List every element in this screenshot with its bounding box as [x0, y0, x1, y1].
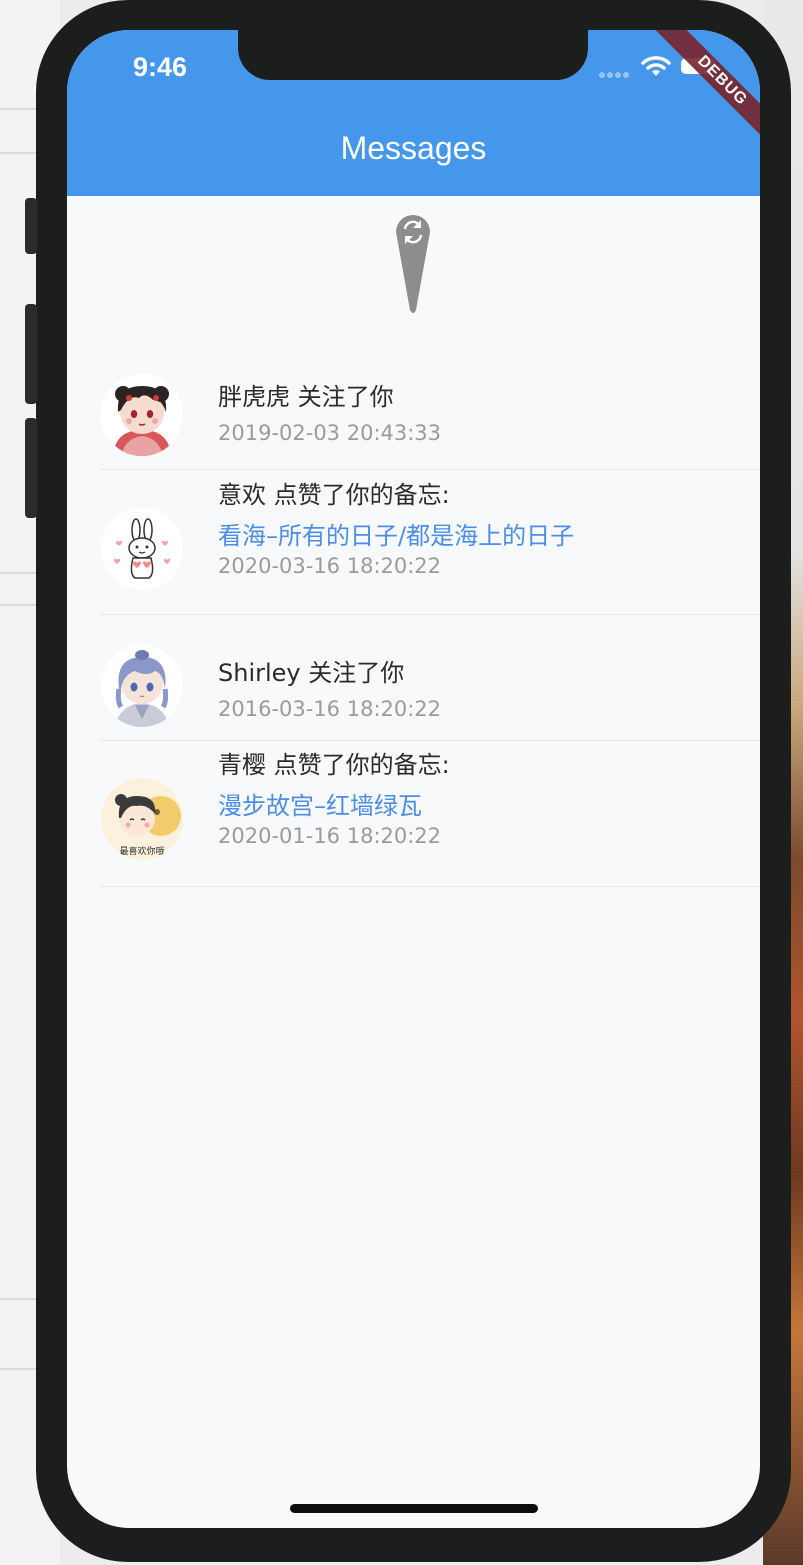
avatar-caption: 最喜欢你哦	[119, 845, 164, 857]
girl-red-dress-avatar-icon	[101, 374, 183, 456]
wifi-icon	[641, 56, 671, 76]
message-text: 青樱 点赞了你的备忘:	[218, 751, 450, 779]
notch	[238, 30, 588, 80]
memo-link[interactable]: 看海–所有的日子/都是海上的日子	[218, 516, 574, 551]
memo-link[interactable]: 漫步故宫–红墙绿瓦	[218, 786, 450, 821]
message-text: Shirley 关注了你	[218, 659, 405, 687]
phone-screen: 9:46 DEBUG Messages 胖虎虎 关注了你 2019-02-03 …	[67, 30, 760, 1528]
volume-down-button	[25, 418, 37, 518]
yellow-girl-avatar-icon: 最喜欢你哦	[101, 778, 183, 860]
message-list: 胖虎虎 关注了你 2019-02-03 20:43:33 意欢 点赞了你的备忘:…	[67, 372, 760, 887]
app-bar: 9:46 DEBUG Messages	[67, 30, 760, 196]
message-timestamp: 2016-03-16 18:20:22	[218, 697, 442, 721]
status-time: 9:46	[133, 52, 188, 82]
cellular-signal-icon	[599, 72, 631, 78]
avatar[interactable]	[101, 645, 183, 727]
blue-hair-boy-avatar-icon	[101, 645, 183, 727]
message-item[interactable]: Shirley 关注了你 2016-03-16 18:20:22	[100, 615, 760, 741]
avatar[interactable]: 最喜欢你哦	[101, 778, 183, 860]
message-text: 意欢 点赞了你的备忘:	[218, 481, 450, 509]
pull-to-refresh-icon	[396, 215, 430, 313]
bunny-hearts-avatar-icon	[101, 508, 183, 590]
message-timestamp: 2020-01-16 18:20:22	[218, 824, 442, 848]
message-item[interactable]: 胖虎虎 关注了你 2019-02-03 20:43:33	[100, 372, 760, 470]
message-timestamp: 2019-02-03 20:43:33	[218, 421, 442, 445]
page-title: Messages	[340, 130, 487, 166]
message-item[interactable]: 最喜欢你哦 青樱 点赞了你的备忘: 漫步故宫–红墙绿瓦 2020-01-16 1…	[100, 741, 760, 887]
avatar[interactable]	[101, 508, 183, 590]
volume-up-button	[25, 304, 37, 404]
mute-switch	[25, 198, 37, 254]
message-timestamp: 2020-03-16 18:20:22	[218, 554, 442, 578]
message-text: 胖虎虎 关注了你	[218, 383, 394, 411]
message-item[interactable]: 意欢 点赞了你的备忘: 看海–所有的日子/都是海上的日子 2020-03-16 …	[100, 470, 760, 615]
avatar[interactable]	[101, 374, 183, 456]
home-indicator[interactable]	[290, 1504, 538, 1513]
